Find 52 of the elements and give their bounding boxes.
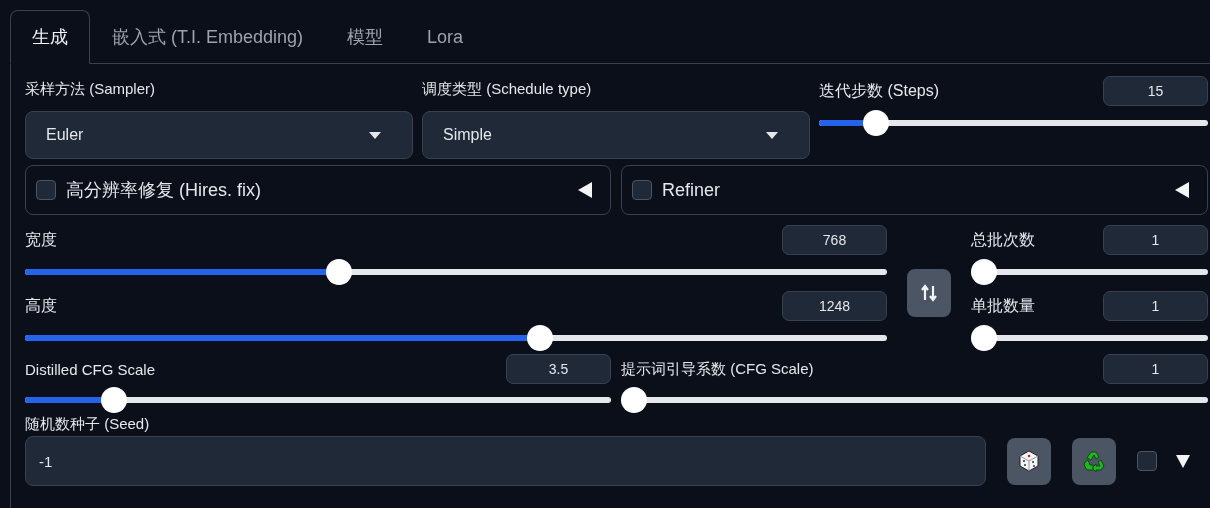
caret-icon [369, 131, 381, 139]
slider[interactable] [25, 259, 887, 285]
accordion-header[interactable]: 高分辨率修复 (Hires. fix) [25, 165, 611, 215]
tab[interactable]: Lora [405, 10, 486, 64]
tab[interactable]: 生成 [10, 10, 90, 64]
slider[interactable] [971, 325, 1208, 351]
slider-label: 总批次数 [971, 229, 1035, 250]
slider[interactable] [819, 110, 1208, 136]
tab[interactable]: 模型 [325, 10, 406, 64]
checkbox[interactable] [36, 180, 56, 200]
number-field[interactable]: 1 [1103, 291, 1208, 321]
slider[interactable] [971, 259, 1208, 285]
number-field[interactable]: 768 [782, 225, 887, 255]
dropdown[interactable]: Simple [422, 111, 810, 159]
dice-icon [1019, 450, 1039, 472]
tab[interactable]: 嵌入式 (T.I. Embedding) [90, 10, 326, 64]
number-field[interactable]: 1 [1103, 225, 1208, 255]
field-label: 采样方法 (Sampler) [25, 80, 156, 99]
slider[interactable] [25, 387, 611, 413]
checkbox[interactable] [1137, 451, 1157, 471]
swap-arrows-icon [921, 284, 937, 302]
slider-thumb[interactable] [325, 259, 352, 285]
number-field[interactable]: 1 [1103, 354, 1208, 384]
slider-thumb[interactable] [862, 110, 889, 136]
slider[interactable] [621, 387, 1208, 413]
seed-field[interactable]: -1 [25, 436, 986, 486]
field-label: 随机数种子 (Seed) [25, 415, 151, 434]
field-label: 调度类型 (Schedule type) [422, 80, 593, 99]
slider-label: 提示词引导系数 (CFG Scale) [621, 359, 814, 379]
swap-dimensions-button[interactable] [907, 269, 951, 317]
dropdown[interactable]: Euler [25, 111, 413, 159]
slider-thumb[interactable] [971, 259, 997, 285]
recycle-icon [1082, 449, 1106, 473]
caret-icon [766, 131, 778, 139]
checkbox[interactable] [632, 180, 652, 200]
accordion-header[interactable]: Refiner [621, 165, 1208, 215]
number-field[interactable]: 15 [1103, 76, 1208, 106]
slider-thumb[interactable] [621, 387, 647, 413]
slider-label: 迭代步数 (Steps) [819, 80, 939, 101]
slider-label: 单批数量 [971, 295, 1035, 316]
slider-label: Distilled CFG Scale [25, 360, 156, 378]
slider-label: 宽度 [25, 229, 57, 250]
slider-thumb[interactable] [971, 325, 997, 351]
number-field[interactable]: 1248 [782, 291, 887, 321]
slider-label: 高度 [25, 295, 57, 316]
slider-thumb[interactable] [100, 387, 127, 413]
random-seed-button[interactable] [1007, 437, 1051, 485]
slider-thumb[interactable] [526, 325, 553, 351]
reuse-seed-button[interactable] [1072, 437, 1116, 485]
slider[interactable] [25, 325, 887, 351]
dropdown-arrow-icon[interactable] [1176, 454, 1190, 468]
number-field[interactable]: 3.5 [506, 354, 611, 384]
